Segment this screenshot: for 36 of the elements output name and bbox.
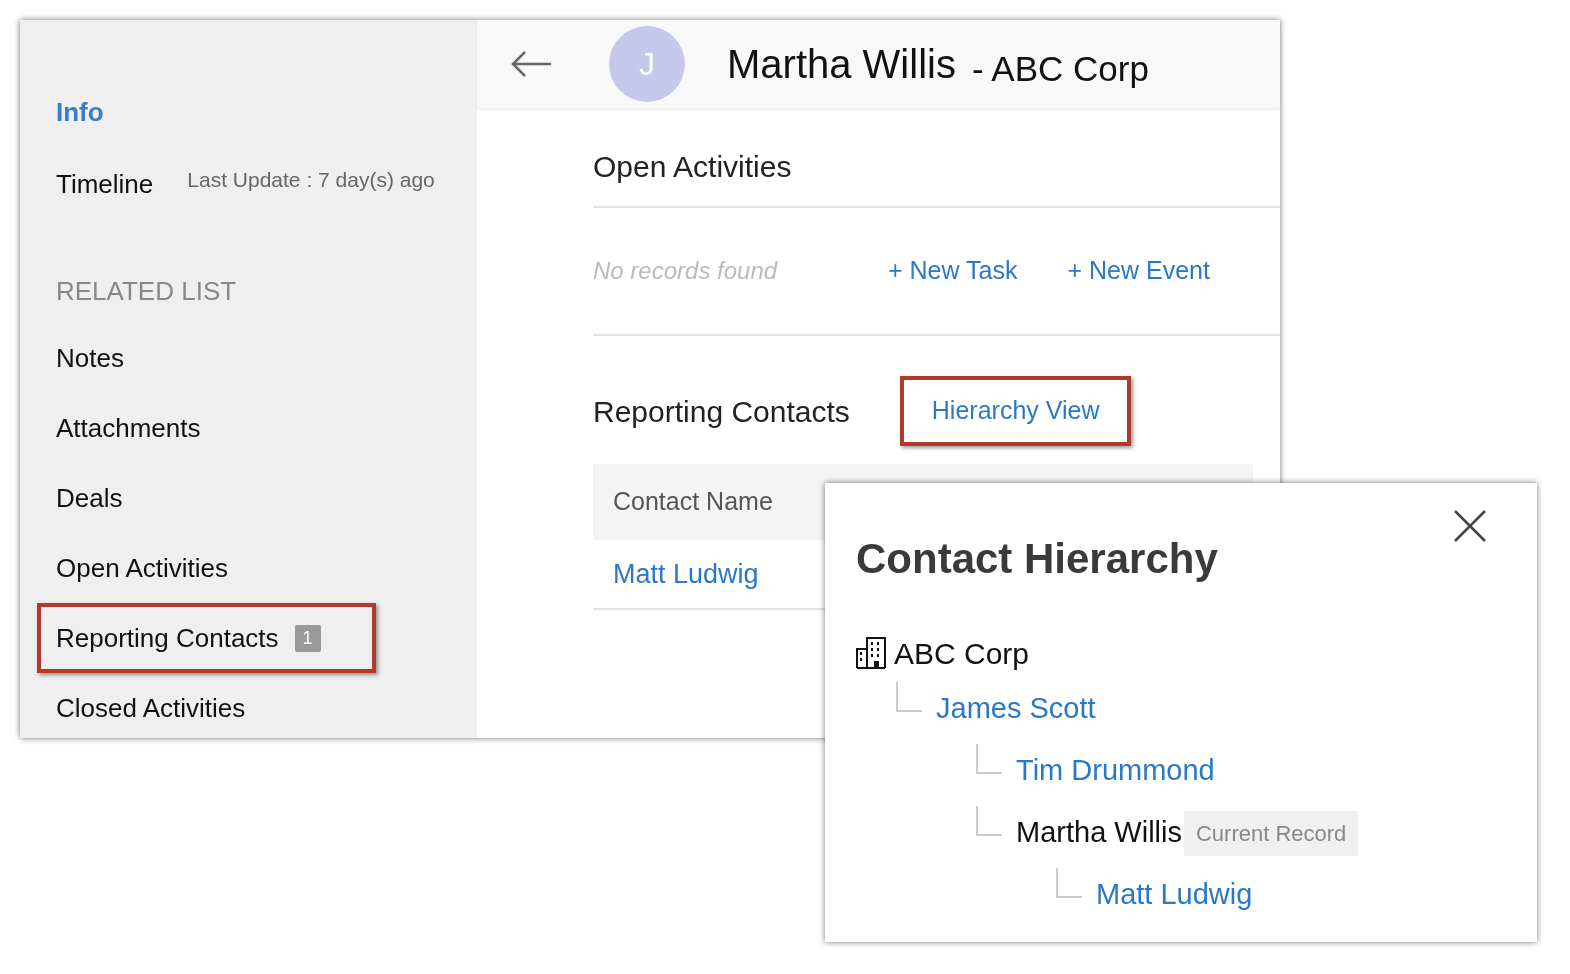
empty-message: No records found [593, 256, 779, 286]
sidebar-item[interactable]: Open Activities [56, 533, 477, 603]
tree-connector [1056, 868, 1082, 898]
sidebar-item[interactable]: Attachments [56, 393, 477, 463]
add-link[interactable]: + New Event [1067, 252, 1210, 290]
add-link[interactable]: + New Task [888, 252, 1018, 290]
hierarchy-view-link[interactable]: Hierarchy View [899, 376, 1132, 446]
contact-link[interactable]: Matt Ludwig [613, 553, 759, 595]
column-header: Contact Name [613, 486, 773, 518]
section-title: Open Activities [593, 149, 793, 185]
sidebar-item[interactable]: Timeline [56, 164, 154, 204]
close-icon[interactable] [1453, 509, 1487, 543]
avatar: J [609, 26, 685, 102]
back-arrow-icon[interactable] [509, 49, 553, 79]
sidebar-item[interactable]: Deals [56, 463, 477, 533]
current-record-tag: Current Record [1183, 810, 1359, 856]
company-name: - ABC Corp [971, 47, 1149, 90]
tree-connector [976, 806, 1002, 836]
sidebar-item[interactable]: Notes [56, 323, 477, 393]
tree-connector [896, 682, 922, 712]
sidebar-item[interactable]: Reporting Contacts 1 [37, 603, 376, 673]
account-name: ABC Corp [894, 635, 1030, 672]
section-title: Reporting Contacts [593, 393, 850, 430]
sidebar-item[interactable]: Closed Activities [56, 673, 477, 743]
tree-connector [976, 744, 1002, 774]
building-icon [856, 637, 886, 669]
contact-name: Martha Willis [1016, 815, 1182, 851]
sidebar-item[interactable]: Info [56, 92, 104, 132]
last-update-text: Last Update : 7 day(s) ago [187, 167, 435, 194]
contact-link[interactable]: Matt Ludwig [1096, 873, 1253, 917]
contact-link[interactable]: James Scott [936, 687, 1096, 731]
record-name: Martha Willis [727, 41, 956, 88]
section-heading: RELATED LIST [56, 275, 238, 308]
count-badge: 1 [294, 624, 321, 652]
dialog-title: Contact Hierarchy [856, 534, 1219, 584]
contact-link[interactable]: Tim Drummond [1016, 749, 1215, 793]
